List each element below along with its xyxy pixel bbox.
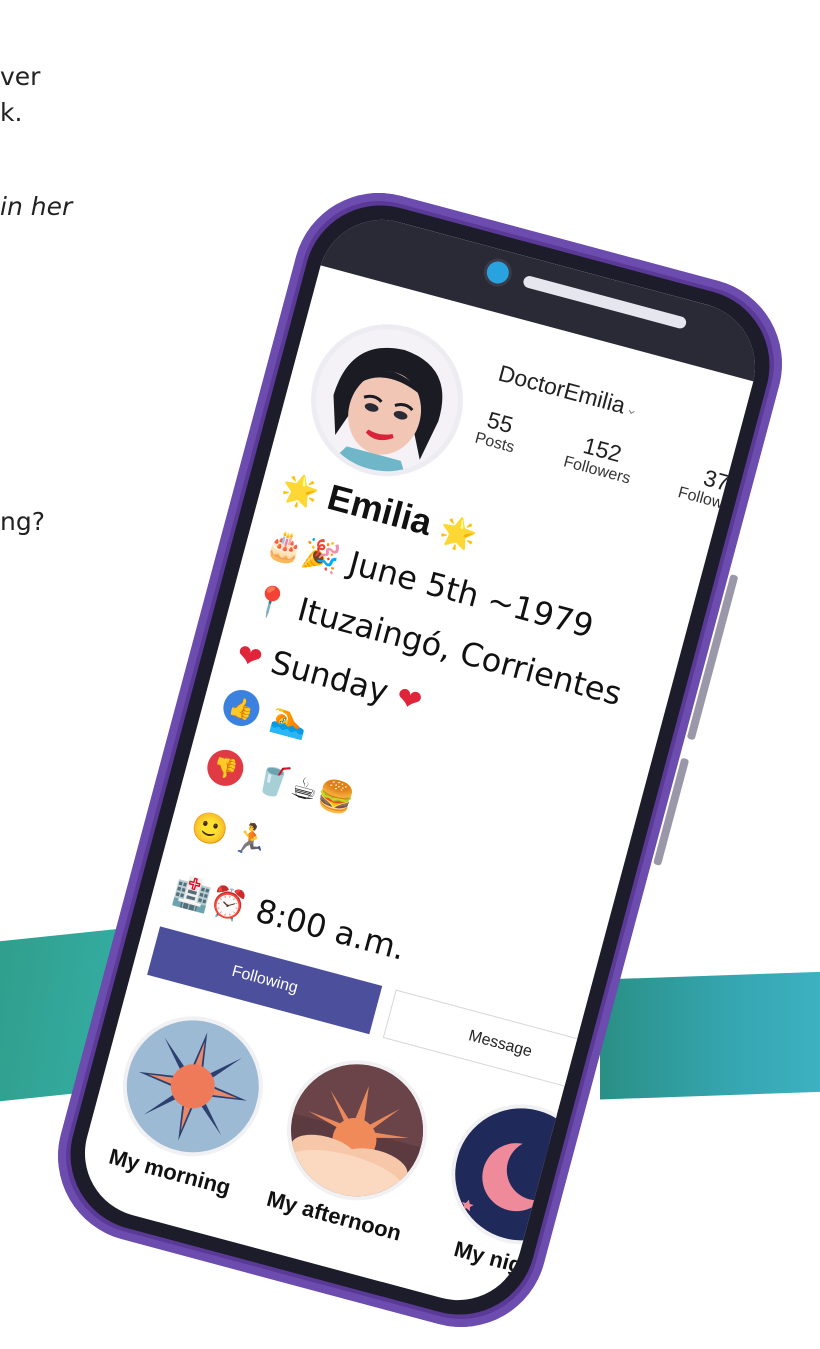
moon-icon bbox=[440, 1093, 603, 1256]
highlight-label: My afternoon bbox=[264, 1185, 405, 1246]
star-icon: 🌟 bbox=[277, 470, 323, 513]
alarm-clock-icon: ⏰ bbox=[205, 882, 251, 927]
avatar-portrait-icon bbox=[315, 329, 458, 479]
avatar[interactable] bbox=[300, 313, 474, 488]
decorative-wave-right bbox=[600, 970, 820, 1100]
posts-stat[interactable]: 55 Posts bbox=[463, 402, 532, 460]
followers-stat[interactable]: 152 Followers bbox=[546, 424, 654, 492]
story-highlight-afternoon[interactable]: My afternoon bbox=[252, 1047, 446, 1269]
profile-page: DoctorEmilia⌄ 55 Posts 152 Followers 37 … bbox=[71, 265, 770, 1314]
heart-icon: ❤ bbox=[232, 637, 266, 678]
background-text-line: in her bbox=[0, 192, 73, 221]
party-popper-icon: 🎉 bbox=[298, 534, 344, 579]
highlight-label: My night bbox=[451, 1236, 546, 1284]
hamburger-menu-icon bbox=[758, 431, 770, 460]
running-icon: 🏃 bbox=[227, 818, 274, 863]
smile-icon: 🙂 bbox=[186, 807, 233, 852]
following-stat[interactable]: 37 Following bbox=[660, 455, 768, 523]
thumbs-up-icon: 👍 bbox=[219, 685, 264, 731]
highlight-label: My morning bbox=[106, 1143, 234, 1201]
dislikes-row: 👎 🥤☕🍔 bbox=[203, 745, 359, 820]
location-pin-icon: 📍 bbox=[247, 581, 293, 625]
story-highlight-morning[interactable]: My morning bbox=[88, 1003, 282, 1225]
chevron-down-icon: ⌄ bbox=[624, 399, 641, 419]
phone-screen: DoctorEmilia⌄ 55 Posts 152 Followers 37 … bbox=[70, 205, 770, 1315]
background-text-line: ver bbox=[0, 62, 41, 91]
display-name-text: Emilia bbox=[323, 476, 437, 544]
speaker-grille bbox=[522, 274, 688, 330]
story-highlight-night[interactable]: My night bbox=[417, 1091, 611, 1313]
front-camera-icon bbox=[484, 259, 512, 287]
background-text-line: ng? bbox=[0, 507, 45, 536]
hobby-row: 🙂 🏃 bbox=[187, 808, 273, 862]
sunset-icon bbox=[276, 1049, 438, 1212]
fast-food-icon: 🍔 bbox=[312, 775, 359, 820]
swimming-icon: 🏊 bbox=[266, 699, 313, 743]
background-text-line: k. bbox=[0, 98, 23, 127]
username-label: DoctorEmilia bbox=[495, 359, 629, 419]
star-icon: 🌟 bbox=[435, 512, 481, 555]
likes-row: 👍 🏊 bbox=[219, 685, 313, 743]
heart-icon: ❤ bbox=[392, 679, 426, 721]
phone-device: DoctorEmilia⌄ 55 Posts 152 Followers 37 … bbox=[38, 173, 802, 1347]
menu-button[interactable]: 1 bbox=[752, 431, 770, 481]
sun-icon bbox=[111, 1005, 274, 1168]
phone-bezel: DoctorEmilia⌄ 55 Posts 152 Followers 37 … bbox=[53, 188, 787, 1332]
thumbs-down-icon: 👎 bbox=[203, 745, 248, 790]
